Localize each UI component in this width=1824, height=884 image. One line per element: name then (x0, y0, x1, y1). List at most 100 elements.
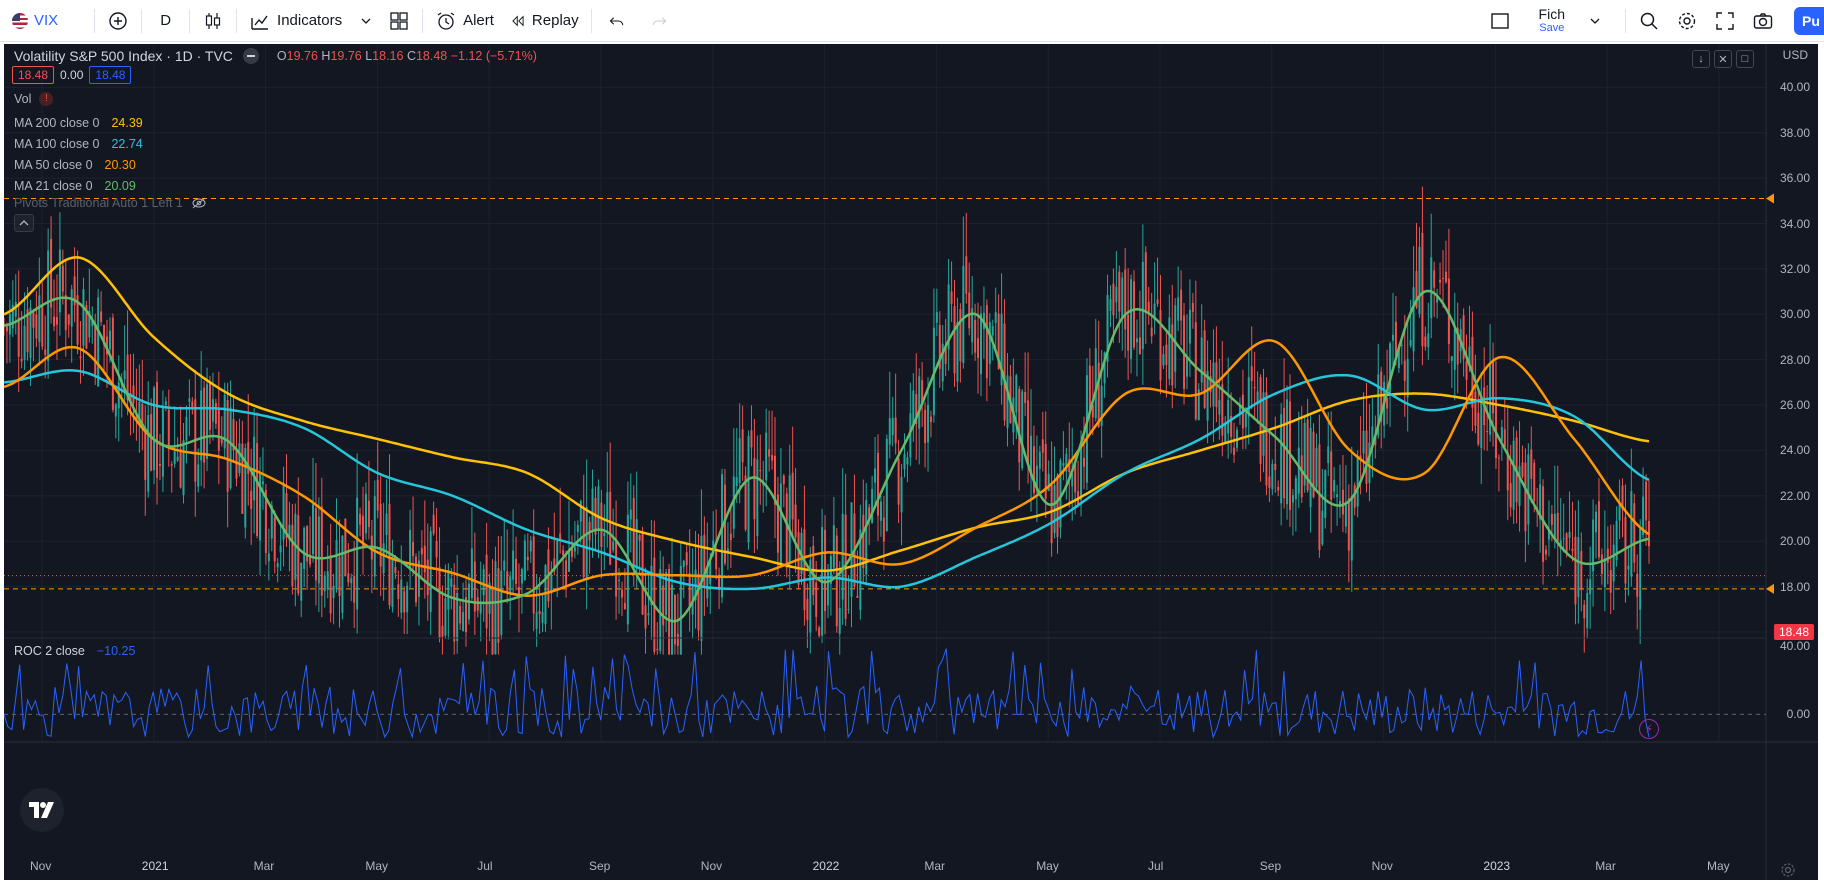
candle-body (1171, 324, 1174, 386)
candle-body (753, 458, 756, 520)
candle-body (988, 322, 991, 364)
candle-body (1056, 475, 1059, 537)
candle-body (179, 448, 182, 488)
hidden-eye-icon[interactable] (191, 196, 207, 210)
bid-badge[interactable]: 18.48 (12, 66, 55, 84)
candle-body (721, 474, 724, 598)
candle-body (979, 313, 982, 375)
time-tick-label: Mar (924, 859, 946, 873)
candle-body (856, 595, 859, 598)
save-button[interactable]: Fich Save (1519, 0, 1621, 42)
tradingview-logo[interactable] (20, 788, 64, 832)
redo-button[interactable] (638, 0, 680, 42)
candle-body (1300, 455, 1303, 498)
lightning-icon[interactable]: ⚡ (1639, 719, 1659, 739)
roc-legend[interactable]: ROC 2 close −10.25 (14, 644, 135, 658)
candle-body (1362, 430, 1365, 454)
indicator-value: 20.09 (104, 179, 136, 193)
candle-body (356, 497, 359, 610)
indicators-button[interactable]: Indicators (241, 0, 380, 42)
symbol-label: VIX (34, 12, 59, 29)
maximize-pane-button[interactable]: □ (1736, 50, 1754, 68)
fullscreen-button[interactable] (1706, 0, 1744, 42)
candle-body (871, 488, 874, 524)
candle-body (1386, 398, 1389, 409)
candle-body (391, 558, 394, 608)
candle-body (885, 438, 888, 531)
candle-body (108, 330, 111, 350)
snapshot-button[interactable] (1744, 0, 1782, 42)
candle-body (379, 503, 382, 567)
chart-canvas[interactable] (4, 44, 1818, 880)
candle-body (741, 429, 744, 463)
publish-button[interactable]: Pu (1794, 7, 1824, 35)
candle-body (1015, 375, 1018, 413)
candle-body (29, 307, 32, 358)
compare-button[interactable] (99, 0, 137, 42)
candle-body (167, 409, 170, 449)
replay-button[interactable]: Replay (502, 0, 587, 42)
undo-button[interactable] (596, 0, 638, 42)
candle-body (1612, 544, 1615, 582)
alert-button[interactable]: Alert (427, 0, 502, 42)
interval-button[interactable]: D (146, 0, 185, 42)
candle-body (1439, 279, 1442, 283)
candle-body (609, 491, 612, 565)
templates-button[interactable] (380, 0, 418, 42)
hide-legend-icon[interactable] (242, 48, 259, 64)
pivots-row[interactable]: Pivots Traditional Auto 1 Left 1 (14, 196, 207, 210)
indicator-row[interactable]: MA 50 close 0 20.30 (14, 158, 136, 172)
candle-body (1250, 366, 1253, 382)
candle-body (673, 594, 676, 645)
error-icon[interactable]: ! (39, 92, 54, 106)
candle-body (1421, 232, 1424, 347)
candle-body (1368, 442, 1371, 484)
candle-body (526, 556, 529, 561)
axis-settings-icon[interactable] (1780, 862, 1796, 878)
price-tick-label: 20.00 (1779, 534, 1810, 549)
publish-label: Pu (1802, 13, 1820, 29)
vol-row[interactable]: Vol ! (14, 92, 54, 106)
candle-body (579, 500, 582, 522)
candle-body (1412, 287, 1415, 352)
candle-body (332, 585, 335, 599)
indicator-row[interactable]: MA 200 close 0 24.39 (14, 116, 143, 130)
main-legend: Volatility S&P 500 Index · 1D · TVC O19.… (14, 48, 537, 64)
move-pane-down-button[interactable]: ↓ (1692, 50, 1710, 68)
ask-badge[interactable]: 18.48 (89, 66, 132, 84)
symbol-title[interactable]: Volatility S&P 500 Index · 1D · TVC (14, 48, 233, 64)
settings-button[interactable] (1668, 0, 1706, 42)
candle-body (1450, 356, 1453, 361)
symbol-search[interactable]: VIX (0, 0, 66, 42)
candle-body (1477, 412, 1480, 445)
candle-body (1497, 457, 1500, 459)
search-button[interactable] (1630, 0, 1668, 42)
candle-body (300, 562, 303, 601)
roc-line (4, 648, 1650, 739)
candle-body (1589, 579, 1592, 595)
candle-body (538, 610, 541, 615)
candle-body (662, 585, 665, 626)
layout-button[interactable] (1481, 0, 1519, 42)
camera-icon (1753, 12, 1773, 29)
candle-body (1038, 451, 1041, 469)
currency-label[interactable]: USD (1783, 48, 1808, 62)
chart-type-button[interactable] (194, 0, 232, 42)
candle-body (217, 409, 220, 451)
change-value: −1.12 (−5.71%) (450, 49, 537, 63)
indicator-row[interactable]: MA 100 close 0 22.74 (14, 137, 143, 151)
candle-body (414, 556, 417, 603)
candle-body (782, 475, 785, 485)
collapse-pane-button[interactable]: ✕ (1714, 50, 1732, 68)
candle-body (565, 560, 568, 586)
indicator-row[interactable]: MA 21 close 0 20.09 (14, 179, 136, 193)
price-tick-label: 34.00 (1779, 216, 1810, 231)
candle-body (1121, 277, 1124, 319)
save-subtitle: Save (1539, 21, 1565, 34)
candle-body (1203, 330, 1206, 408)
candle-body (927, 405, 930, 443)
chart-area[interactable]: Volatility S&P 500 Index · 1D · TVC O19.… (4, 44, 1818, 880)
candle-body (897, 458, 900, 505)
collapse-legend-button[interactable] (14, 214, 34, 232)
candle-body (364, 493, 367, 534)
